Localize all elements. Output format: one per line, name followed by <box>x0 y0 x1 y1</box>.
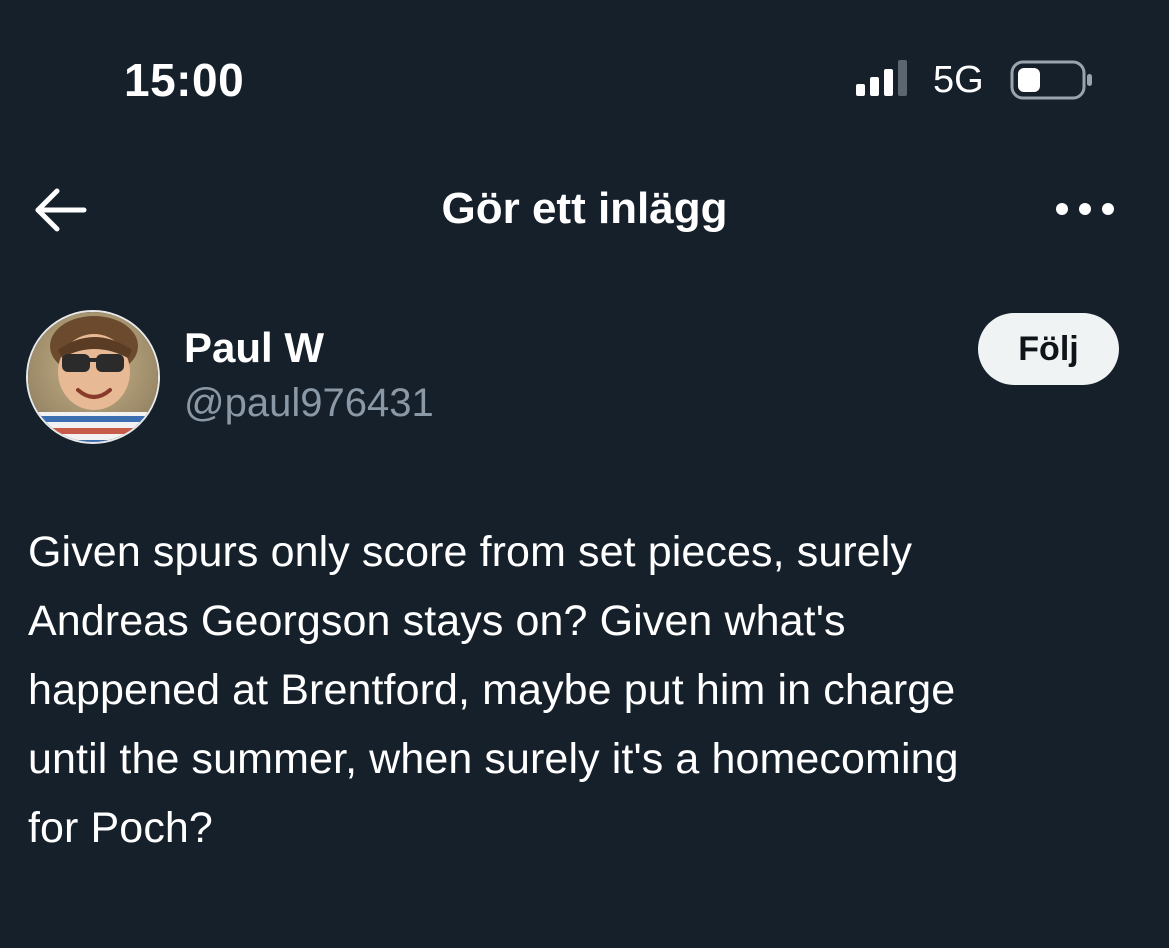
tweet-text-line: happened at Brentford, maybe put him in … <box>28 666 956 714</box>
author-handle[interactable]: @paul976431 <box>184 378 434 428</box>
author-display-name[interactable]: Paul W <box>184 322 324 374</box>
follow-button[interactable]: Följ <box>978 313 1119 385</box>
status-time: 15:00 <box>124 54 245 106</box>
tweet-detail-screen: 15:00 5G Gör ett inlägg Paul W @paul9764… <box>0 0 1169 948</box>
tweet-text-line: Given spurs only score from set pieces, … <box>28 528 913 576</box>
tweet-text: Given spurs only score from set pieces, … <box>28 518 1148 863</box>
tweet-text-line: for Poch? <box>28 804 213 852</box>
tweet-text-line: until the summer, when surely it's a hom… <box>28 735 959 783</box>
network-type: 5G <box>933 59 984 101</box>
tweet-text-line: Andreas Georgson stays on? Given what's <box>28 597 846 645</box>
more-horizontal-icon[interactable] <box>1052 192 1118 226</box>
battery-icon <box>1010 60 1092 100</box>
avatar[interactable] <box>26 310 160 444</box>
page-title: Gör ett inlägg <box>441 184 728 233</box>
avatar-photo-icon <box>28 312 158 442</box>
cellular-signal-icon <box>856 60 907 96</box>
